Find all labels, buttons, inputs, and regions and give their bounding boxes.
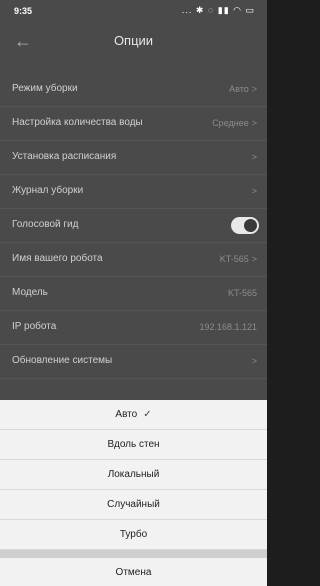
option-random[interactable]: Случайный <box>0 490 267 520</box>
sheet-divider <box>0 550 267 558</box>
setting-label: Настройка количества воды <box>12 117 143 128</box>
option-label: Случайный <box>107 499 160 510</box>
setting-label: Голосовой гид <box>12 219 79 230</box>
chevron-right-icon: > <box>251 152 257 162</box>
setting-value: Авто > <box>229 84 257 94</box>
setting-value: KT-565 <box>227 288 257 298</box>
chevron-right-icon: > <box>251 118 257 128</box>
setting-value: > <box>249 356 257 366</box>
chevron-right-icon: > <box>251 254 257 264</box>
setting-robot-ip: IP робота 192.168.1.121 <box>0 311 267 345</box>
screen: 9:35 ... ✱ ◌ ▮▮ ◠ ▭ ← Опции Режим уборки… <box>0 0 267 586</box>
setting-label: Модель <box>12 287 48 298</box>
status-icons: ... ✱ ◌ ▮▮ ◠ ▭ <box>181 5 255 15</box>
settings-list: Режим уборки Авто > Настройка количества … <box>0 73 267 379</box>
header: ← Опции <box>0 22 267 62</box>
setting-voice-guide: Голосовой гид <box>0 209 267 243</box>
setting-label: Имя вашего робота <box>12 253 103 264</box>
setting-label: Обновление системы <box>12 355 113 366</box>
checkmark-icon: ✓ <box>143 409 152 420</box>
setting-value: 192.168.1.121 <box>199 322 257 332</box>
setting-value: KT-565 > <box>219 254 257 264</box>
setting-label: Режим уборки <box>12 83 78 94</box>
option-label: Локальный <box>107 469 160 480</box>
chevron-right-icon: > <box>251 186 257 196</box>
chevron-right-icon: > <box>251 84 257 94</box>
setting-value: > <box>249 186 257 196</box>
option-turbo[interactable]: Турбо <box>0 520 267 550</box>
option-label: Турбо <box>119 529 148 540</box>
setting-label: Журнал уборки <box>12 185 84 196</box>
setting-label: Установка расписания <box>12 151 117 162</box>
cleaning-mode-sheet: Авто ✓ Вдоль стен Локальный Случайный Тур… <box>0 400 267 586</box>
setting-water-amount[interactable]: Настройка количества воды Среднее > <box>0 107 267 141</box>
setting-system-update[interactable]: Обновление системы > <box>0 345 267 379</box>
setting-model: Модель KT-565 <box>0 277 267 311</box>
option-label: Вдоль стен <box>107 439 160 450</box>
setting-cleaning-log[interactable]: Журнал уборки > <box>0 175 267 209</box>
status-time: 9:35 <box>14 6 33 16</box>
setting-schedule[interactable]: Установка расписания > <box>0 141 267 175</box>
setting-label: IP робота <box>12 321 57 332</box>
setting-value: > <box>249 152 257 162</box>
setting-robot-name[interactable]: Имя вашего робота KT-565 > <box>0 243 267 277</box>
voice-guide-toggle[interactable] <box>231 217 259 234</box>
status-bar: 9:35 ... ✱ ◌ ▮▮ ◠ ▭ <box>0 0 267 22</box>
option-local[interactable]: Локальный <box>0 460 267 490</box>
toggle-knob <box>244 219 257 232</box>
setting-value: Среднее > <box>212 118 257 128</box>
cancel-label: Отмена <box>115 567 152 578</box>
page-title: Опции <box>113 33 154 48</box>
option-auto[interactable]: Авто ✓ <box>0 400 267 430</box>
option-label: Авто <box>115 409 138 420</box>
setting-cleaning-mode[interactable]: Режим уборки Авто > <box>0 73 267 107</box>
chevron-right-icon: > <box>251 356 257 366</box>
option-along-walls[interactable]: Вдоль стен <box>0 430 267 460</box>
